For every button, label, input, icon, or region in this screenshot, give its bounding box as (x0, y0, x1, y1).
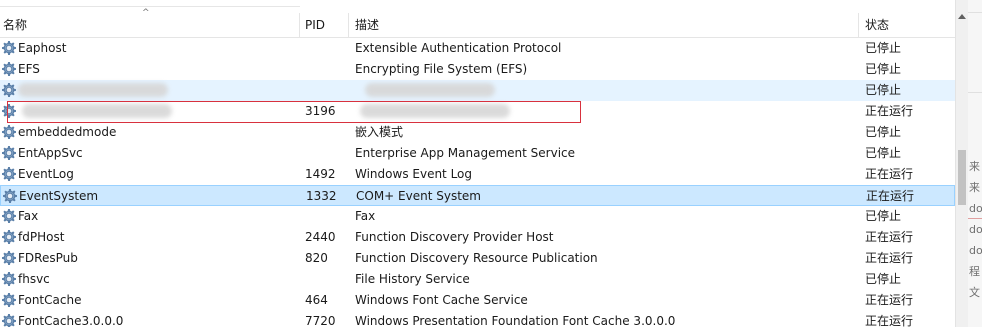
table-row[interactable]: fhsvc File History Service 已停止 (0, 269, 955, 290)
service-pid: 1332 (306, 189, 337, 203)
service-status: 正在运行 (865, 314, 914, 327)
table-row[interactable]: Fax Fax 已停止 (0, 206, 955, 227)
service-pid: 464 (305, 293, 328, 307)
table-row[interactable]: 已停止 (0, 80, 955, 101)
background-window-edge: 来来 do do do 程文 (968, 0, 982, 327)
gear-icon (2, 251, 16, 265)
table-row[interactable]: FontCache 464 Windows Font Cache Service 正在… (0, 290, 955, 311)
service-description: Encrypting File System (EFS) (355, 62, 528, 76)
service-description: Function Discovery Provider Host (355, 230, 554, 244)
gear-icon (2, 230, 16, 244)
gear-icon (2, 41, 16, 55)
background-divider (968, 218, 982, 219)
service-name: EntAppSvc (18, 146, 83, 160)
table-row[interactable]: EFS Encrypting File System (EFS) 已停止 (0, 59, 955, 80)
service-pid: 2440 (305, 230, 336, 244)
table-row[interactable]: Eaphost Extensible Authentication Protoco… (0, 38, 955, 59)
service-status: 已停止 (865, 125, 902, 139)
service-name: FontCache3.0.0.0 (18, 314, 124, 327)
background-text: 文 (969, 286, 980, 299)
table-row[interactable]: FDResPub 820 Function Discovery Resource P… (0, 248, 955, 269)
gear-icon (2, 83, 16, 97)
table-row[interactable]: EntAppSvc Enterprise App Management Servi… (0, 143, 955, 164)
table-row[interactable]: fdPHost 2440 Function Discovery Provider H… (0, 227, 955, 248)
service-name: fhsvc (18, 272, 50, 286)
gear-icon (2, 272, 16, 286)
redacted-text (360, 104, 510, 118)
service-name: fdPHost (18, 230, 65, 244)
service-description: Enterprise App Management Service (355, 146, 576, 160)
service-pid: 3196 (305, 104, 336, 118)
service-name: FontCache (18, 293, 82, 307)
gear-icon (2, 146, 16, 160)
service-description: Function Discovery Resource Publication (355, 251, 598, 265)
service-status: 已停止 (865, 209, 902, 223)
service-status: 正在运行 (865, 167, 914, 181)
table-row[interactable]: EventLog 1492 Windows Event Log 正在运行 (0, 164, 955, 185)
column-header-status[interactable]: 状态 (859, 13, 955, 37)
service-status: 正在运行 (865, 251, 914, 265)
service-description: Windows Font Cache Service (355, 293, 528, 307)
background-text: 来 (969, 181, 980, 194)
service-status: 正在运行 (865, 104, 914, 118)
redacted-text (18, 83, 168, 97)
service-pid: 820 (305, 251, 328, 265)
service-name: Fax (18, 209, 39, 223)
tab-strip-edge (0, 0, 300, 7)
background-text: 程 (969, 265, 980, 278)
service-name: embeddedmode (18, 125, 117, 139)
service-name: FDResPub (18, 251, 78, 265)
gear-icon (2, 167, 16, 181)
redacted-text (22, 104, 172, 118)
service-pid: 7720 (305, 314, 336, 327)
service-description: File History Service (355, 272, 470, 286)
service-status: 正在运行 (866, 189, 915, 203)
service-status: 已停止 (865, 146, 902, 160)
gear-icon (3, 189, 17, 203)
column-header-description[interactable]: 描述 (349, 13, 858, 37)
service-status: 正在运行 (865, 293, 914, 307)
background-text: 来 (969, 160, 980, 173)
gear-icon (2, 314, 16, 327)
gear-icon (2, 125, 16, 139)
redacted-text (365, 83, 495, 97)
gear-icon (2, 209, 16, 223)
service-description: Windows Presentation Foundation Font Cac… (355, 314, 676, 327)
background-text: do (969, 223, 982, 236)
sort-ascending-icon: ^ (142, 8, 150, 18)
service-name: EventSystem (19, 189, 99, 203)
service-description: 嵌入模式 (355, 125, 404, 139)
gear-icon (2, 293, 16, 307)
service-status: 已停止 (865, 41, 902, 55)
service-description: Windows Event Log (355, 167, 473, 181)
background-text: do (969, 244, 982, 257)
service-name: Eaphost (18, 41, 67, 55)
service-name: EventLog (18, 167, 74, 181)
service-status: 已停止 (865, 83, 902, 97)
table-row[interactable]: FontCache3.0.0.0 7720 Windows Presentation… (0, 311, 955, 327)
vertical-scrollbar[interactable] (955, 0, 968, 327)
background-divider (968, 92, 982, 93)
service-description: COM+ Event System (356, 189, 481, 203)
service-description: Fax (355, 209, 376, 223)
gear-icon (2, 62, 16, 76)
service-status: 已停止 (865, 272, 902, 286)
background-text: do (969, 202, 982, 215)
background-divider (968, 12, 982, 13)
table-row[interactable]: 3196 正在运行 (0, 101, 955, 122)
table-row[interactable]: embeddedmode 嵌入模式 已停止 (0, 122, 955, 143)
service-name: EFS (18, 62, 40, 76)
gear-icon (2, 104, 16, 118)
service-pid: 1492 (305, 167, 336, 181)
services-table: Eaphost Extensible Authentication Protoco… (0, 38, 955, 327)
column-header-pid[interactable]: PID (300, 13, 348, 37)
table-row[interactable]: EventSystem 1332 COM+ Event System 正在运行 (0, 185, 955, 206)
service-status: 正在运行 (865, 230, 914, 244)
service-status: 已停止 (865, 62, 902, 76)
scrollbar-thumb[interactable] (958, 150, 966, 205)
scroll-up-arrow-icon[interactable] (958, 14, 966, 19)
service-description: Extensible Authentication Protocol (355, 41, 562, 55)
